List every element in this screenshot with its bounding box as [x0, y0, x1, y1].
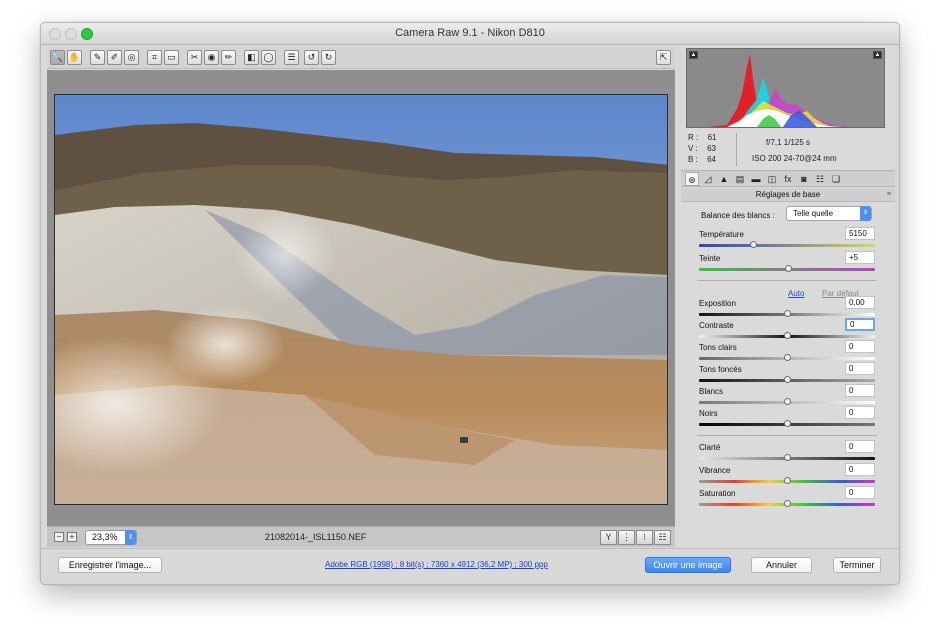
contrast-value-field[interactable]: 0 — [845, 318, 875, 331]
white-balance-label: Balance des blancs : — [701, 211, 775, 220]
vibrance-label: Vibrance — [699, 466, 731, 475]
temperature-value-field[interactable]: 5150 — [845, 227, 875, 240]
exposure-slider-thumb[interactable] — [783, 310, 791, 317]
straighten-tool[interactable]: ▭ — [164, 50, 179, 65]
preferences-tool[interactable]: ☰ — [284, 50, 299, 65]
graduated-filter-tool[interactable]: ◧ — [244, 50, 259, 65]
blacks-slider-row: Noirs 0 — [699, 406, 875, 431]
saturation-slider-row: Saturation 0 — [699, 486, 875, 511]
temperature-slider-track[interactable] — [699, 244, 875, 247]
zoom-in-button[interactable]: + — [67, 532, 77, 542]
zoom-level-value: 23,3% — [92, 532, 118, 542]
clarity-label: Clarté — [699, 443, 721, 452]
bottom-bar: Enregistrer l'image... Adobe RGB (1998) … — [41, 548, 899, 584]
tint-slider-row: Teinte +5 — [699, 251, 875, 276]
fullscreen-toggle-button[interactable]: ⇱ — [656, 50, 671, 65]
saturation-value-field[interactable]: 0 — [845, 486, 875, 499]
rotate-left-tool[interactable]: ↺ — [304, 50, 319, 65]
view-swap-button[interactable]: ⁝ — [636, 530, 653, 545]
file-name: 21082014-_ISL1150.NEF — [265, 532, 367, 542]
separator — [697, 280, 877, 281]
white-balance-select[interactable]: Telle quelle ⇕ — [786, 206, 872, 221]
chevron-updown-icon: ⇕ — [860, 206, 871, 221]
exposure-label: Exposition — [699, 299, 736, 308]
rotate-right-tool[interactable]: ↻ — [321, 50, 336, 65]
tool-bar: ⇱ 🔍 ✋ ✎ ✐ ◎ ⌗ ▭ ✂ ◉ ✏ ◧ ◯ ☰ ↺ ↻ — [47, 47, 675, 69]
clarity-slider-row: Clarté 0 — [699, 440, 875, 465]
saturation-slider-thumb[interactable] — [783, 500, 791, 507]
exposure-value-field[interactable]: 0,00 — [845, 296, 875, 309]
view-settings-button[interactable]: ☷ — [654, 530, 671, 545]
blacks-label: Noirs — [699, 409, 718, 418]
photo-preview[interactable] — [54, 94, 668, 505]
done-button[interactable]: Terminer — [833, 557, 881, 573]
whites-label: Blancs — [699, 387, 724, 396]
color-sampler-tool[interactable]: ✐ — [107, 50, 122, 65]
chevron-updown-icon: ⇕ — [125, 530, 136, 545]
saturation-label: Saturation — [699, 489, 736, 498]
auto-link[interactable]: Auto — [788, 289, 804, 298]
vibrance-slider-row: Vibrance 0 — [699, 463, 875, 488]
white-balance-value: Telle quelle — [793, 209, 834, 218]
view-compare-button[interactable]: Y — [600, 530, 617, 545]
camera-raw-window: Camera Raw 9.1 - Nikon D810 ⇱ 🔍 ✋ ✎ ✐ ◎ ⌗ ▭ ✂ ◉ ✏… — [40, 22, 900, 585]
temperature-slider-thumb[interactable] — [750, 241, 758, 248]
contrast-slider-thumb[interactable] — [783, 332, 791, 339]
save-image-button[interactable]: Enregistrer l'image... — [58, 557, 162, 573]
blacks-slider-thumb[interactable] — [783, 420, 791, 427]
whites-value-field[interactable]: 0 — [845, 384, 875, 397]
tint-label: Teinte — [699, 254, 721, 263]
red-eye-tool[interactable]: ◉ — [204, 50, 219, 65]
status-bar: − + 23,3% ⇕ 21082014-_ISL1150.NEF Y ⋮ ⁝ … — [47, 526, 675, 547]
vibrance-value-field[interactable]: 0 — [845, 463, 875, 476]
shadows-label: Tons foncés — [699, 365, 742, 374]
white-balance-tool[interactable]: ✎ — [90, 50, 105, 65]
landscape-image — [55, 95, 667, 504]
vibrance-slider-thumb[interactable] — [783, 477, 791, 484]
hand-tool[interactable]: ✋ — [67, 50, 82, 65]
open-image-button[interactable]: Ouvrir une image — [645, 557, 731, 573]
image-preview-area — [47, 70, 675, 526]
cancel-button[interactable]: Annuler — [751, 557, 812, 573]
tint-value-field[interactable]: +5 — [845, 251, 875, 264]
shadows-value-field[interactable]: 0 — [845, 362, 875, 375]
highlights-label: Tons clairs — [699, 343, 737, 352]
adjustment-brush-tool[interactable]: ✏ — [221, 50, 236, 65]
highlights-slider-thumb[interactable] — [783, 354, 791, 361]
zoom-level-select[interactable]: 23,3% ⇕ — [85, 530, 137, 545]
targeted-adjustment-tool[interactable]: ◎ — [124, 50, 139, 65]
whites-slider-thumb[interactable] — [783, 398, 791, 405]
view-toggle-button[interactable]: ⋮ — [618, 530, 635, 545]
shadows-slider-thumb[interactable] — [783, 376, 791, 383]
zoom-out-button[interactable]: − — [54, 532, 64, 542]
highlights-value-field[interactable]: 0 — [845, 340, 875, 353]
spot-removal-tool[interactable]: ✂ — [187, 50, 202, 65]
temperature-label: Température — [699, 230, 744, 239]
workflow-options-link[interactable]: Adobe RGB (1998) ; 8 bit(s) ; 7360 x 491… — [325, 560, 548, 569]
contrast-label: Contraste — [699, 321, 734, 330]
zoom-tool[interactable]: 🔍 — [50, 50, 65, 65]
blacks-value-field[interactable]: 0 — [845, 406, 875, 419]
crop-tool[interactable]: ⌗ — [147, 50, 162, 65]
right-panel: ▲ ▲ R : 61 V : 63 B : 64 f/7,1 1/125 s I… — [681, 47, 895, 547]
clarity-slider-thumb[interactable] — [783, 454, 791, 461]
temperature-slider-row: Température 5150 — [699, 227, 875, 252]
radial-filter-tool[interactable]: ◯ — [261, 50, 276, 65]
clarity-value-field[interactable]: 0 — [845, 440, 875, 453]
separator — [697, 435, 877, 436]
